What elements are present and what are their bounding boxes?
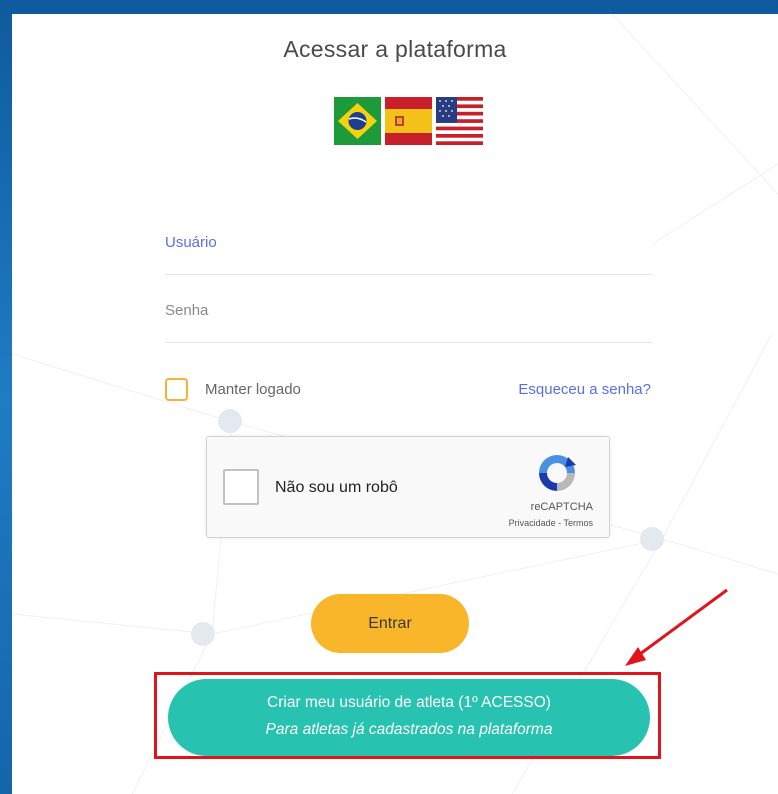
arrow-annotation bbox=[625, 588, 728, 666]
arrow-head-icon bbox=[625, 647, 646, 666]
